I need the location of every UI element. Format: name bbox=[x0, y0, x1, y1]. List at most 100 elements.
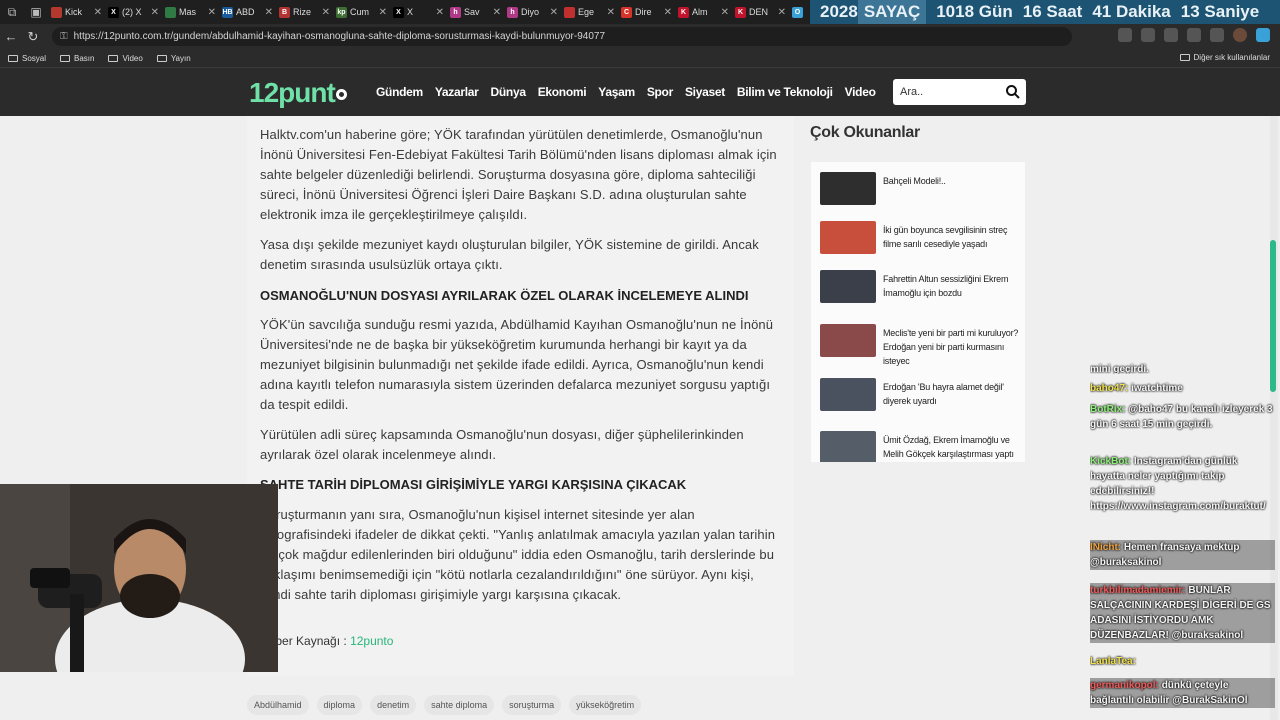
close-tab-icon[interactable]: ✕ bbox=[265, 7, 273, 18]
most-read-item[interactable]: Ümit Özdağ, Ekrem İmamoğlu ve Melih Gökç… bbox=[820, 431, 1020, 462]
article-paragraph: Yürütülen adli süreç kapsamında Osmanoğl… bbox=[260, 427, 744, 462]
tab-title: ABD bbox=[236, 7, 255, 17]
nav-item[interactable]: Siyaset bbox=[685, 85, 725, 99]
extension-icons bbox=[1118, 28, 1270, 42]
close-tab-icon[interactable]: ✕ bbox=[379, 7, 387, 18]
close-tab-icon[interactable]: ✕ bbox=[208, 7, 216, 18]
extension-icon[interactable] bbox=[1210, 28, 1224, 42]
close-tab-icon[interactable]: ✕ bbox=[721, 7, 729, 18]
chat-text: mini geçirdi. bbox=[1090, 364, 1149, 374]
source-link[interactable]: 12punto bbox=[350, 634, 393, 648]
reload-icon[interactable]: ↻ bbox=[22, 29, 44, 45]
tag-chip[interactable]: soruşturma bbox=[502, 695, 562, 715]
chat-username[interactable]: germanikopol: bbox=[1090, 680, 1159, 691]
nav-item[interactable]: Gündem bbox=[376, 85, 423, 99]
close-tab-icon[interactable]: ✕ bbox=[94, 7, 102, 18]
close-tab-icon[interactable]: ✕ bbox=[664, 7, 672, 18]
most-read-item[interactable]: Erdoğan 'Bu hayra alamet değil' diyerek … bbox=[820, 378, 1020, 411]
extension-icon[interactable] bbox=[1118, 28, 1132, 42]
extension-icon[interactable] bbox=[1164, 28, 1178, 42]
tab-actions-icon[interactable]: ▣ bbox=[24, 0, 48, 24]
chat-message: BotRix: @baho47 bu kanalı izleyerek 3 gü… bbox=[1090, 402, 1275, 432]
close-tab-icon[interactable]: ✕ bbox=[151, 7, 159, 18]
close-tab-icon[interactable]: ✕ bbox=[436, 7, 444, 18]
copilot-icon[interactable] bbox=[1256, 28, 1270, 42]
favicon-icon bbox=[165, 6, 176, 18]
close-tab-icon[interactable]: ✕ bbox=[550, 7, 558, 18]
tag-chip[interactable]: yükseköğretim bbox=[569, 695, 642, 715]
workspaces-icon[interactable]: ⧉ bbox=[0, 0, 24, 24]
bookmark-folder-yayin[interactable]: Yayın bbox=[156, 54, 191, 63]
browser-tab[interactable]: Mas ✕ bbox=[162, 2, 219, 22]
close-tab-icon[interactable]: ✕ bbox=[778, 7, 786, 18]
browser-tab[interactable]: K Alm ✕ bbox=[675, 2, 732, 22]
site-info-icon[interactable]: ⚿ bbox=[60, 31, 68, 42]
back-icon[interactable]: ← bbox=[0, 29, 22, 44]
browser-tab[interactable]: X X ✕ bbox=[390, 2, 447, 22]
browser-tab[interactable]: C Dire ✕ bbox=[618, 2, 675, 22]
browser-tab[interactable]: B Rize ✕ bbox=[276, 2, 333, 22]
browser-tab[interactable]: X (2) X ✕ bbox=[105, 2, 162, 22]
main-nav: Gündem Yazarlar Dünya Ekonomi Yaşam Spor Siyas… bbox=[376, 85, 888, 99]
url-text: https://12punto.com.tr/gundem/abdulhamid… bbox=[73, 31, 606, 42]
close-tab-icon[interactable]: ✕ bbox=[607, 7, 615, 18]
counter-year: 2028 bbox=[820, 2, 858, 21]
most-read-item[interactable]: Meclis'te yeni bir parti mi kuruluyor? E… bbox=[820, 324, 1020, 368]
nav-item[interactable]: Video bbox=[845, 85, 876, 99]
nav-item[interactable]: Yazarlar bbox=[435, 85, 479, 99]
browser-tab[interactable]: K DEN ✕ bbox=[732, 2, 789, 22]
tag-chip[interactable]: denetim bbox=[370, 695, 417, 715]
close-tab-icon[interactable]: ✕ bbox=[322, 7, 330, 18]
other-bookmarks[interactable]: Diğer sık kullanılanlar bbox=[1179, 53, 1270, 62]
browser-tab[interactable]: h Sav ✕ bbox=[447, 2, 504, 22]
tag-chip[interactable]: sahte diploma bbox=[424, 695, 495, 715]
chat-username[interactable]: turkbilimadamiemir: bbox=[1090, 585, 1186, 596]
browser-tab[interactable]: Ege ✕ bbox=[561, 2, 618, 22]
browser-tab[interactable]: Kick ✕ bbox=[48, 2, 105, 22]
tag-chip[interactable]: diploma bbox=[316, 695, 363, 715]
nav-item[interactable]: Yaşam bbox=[598, 85, 635, 99]
tab-title: Kick bbox=[65, 7, 83, 17]
nav-item[interactable]: Spor bbox=[647, 85, 673, 99]
folder-icon bbox=[156, 54, 167, 62]
chat-username[interactable]: LanlaTea: bbox=[1090, 656, 1136, 667]
bookmark-folder-basin[interactable]: Basın bbox=[60, 54, 94, 63]
browser-tab[interactable]: O bbox=[789, 2, 809, 22]
most-read-item[interactable]: İki gün boyunca sevgilisinin streç filme… bbox=[820, 221, 1020, 254]
logo-word: punt bbox=[278, 77, 336, 108]
chat-username[interactable]: KickBot: bbox=[1090, 456, 1131, 467]
bookmark-folder-video[interactable]: Video bbox=[108, 54, 143, 63]
search-input[interactable] bbox=[900, 86, 1000, 98]
logo-o-icon bbox=[335, 89, 347, 101]
site-logo[interactable]: 12punt bbox=[249, 77, 347, 109]
most-read-title: İki gün boyunca sevgilisinin streç filme… bbox=[883, 225, 1008, 249]
chat-username[interactable]: INicht: bbox=[1090, 542, 1121, 553]
extension-icon[interactable] bbox=[1187, 28, 1201, 42]
address-bar: ← ↻ ⚿ https://12punto.com.tr/gundem/abdu… bbox=[0, 24, 1280, 49]
browser-tab[interactable]: HB ABD ✕ bbox=[219, 2, 276, 22]
article-paragraph: YÖK'ün savcılığa sunduğu resmi yazıda, A… bbox=[260, 317, 774, 412]
most-read-item[interactable]: Bahçeli Modeli!.. bbox=[820, 172, 1020, 205]
close-tab-icon[interactable]: ✕ bbox=[493, 7, 501, 18]
most-read-title: Bahçeli Modeli!.. bbox=[883, 176, 946, 186]
chat-username[interactable]: baho47: bbox=[1090, 383, 1128, 394]
nav-item[interactable]: Bilim ve Teknoloji bbox=[737, 85, 833, 99]
chat-message: turkbilimadamiemir: BUNLAR SALÇACININ KA… bbox=[1090, 583, 1275, 643]
browser-tab[interactable]: kp Cum ✕ bbox=[333, 2, 390, 22]
tab-title: Mas bbox=[179, 7, 197, 17]
tab-title: Alm bbox=[692, 7, 708, 17]
tag-chip[interactable]: Abdülhamid bbox=[247, 695, 309, 715]
browser-tab[interactable]: h Diyo ✕ bbox=[504, 2, 561, 22]
nav-item[interactable]: Ekonomi bbox=[538, 85, 587, 99]
chat-username[interactable]: BotRix: bbox=[1090, 404, 1126, 415]
favicon-icon: h bbox=[507, 6, 518, 18]
most-read-item[interactable]: Fahrettin Altun sessizliğini Ekrem İmamo… bbox=[820, 270, 1020, 303]
profile-avatar[interactable] bbox=[1233, 28, 1247, 42]
extension-icon[interactable] bbox=[1141, 28, 1155, 42]
tab-title: X bbox=[407, 7, 414, 17]
thumbnail-image bbox=[820, 221, 876, 254]
search-icon[interactable] bbox=[1005, 84, 1021, 100]
bookmark-folder-sosyal[interactable]: Sosyal bbox=[8, 54, 46, 63]
nav-item[interactable]: Dünya bbox=[491, 85, 526, 99]
url-field[interactable]: ⚿ https://12punto.com.tr/gundem/abdulham… bbox=[52, 27, 1072, 46]
